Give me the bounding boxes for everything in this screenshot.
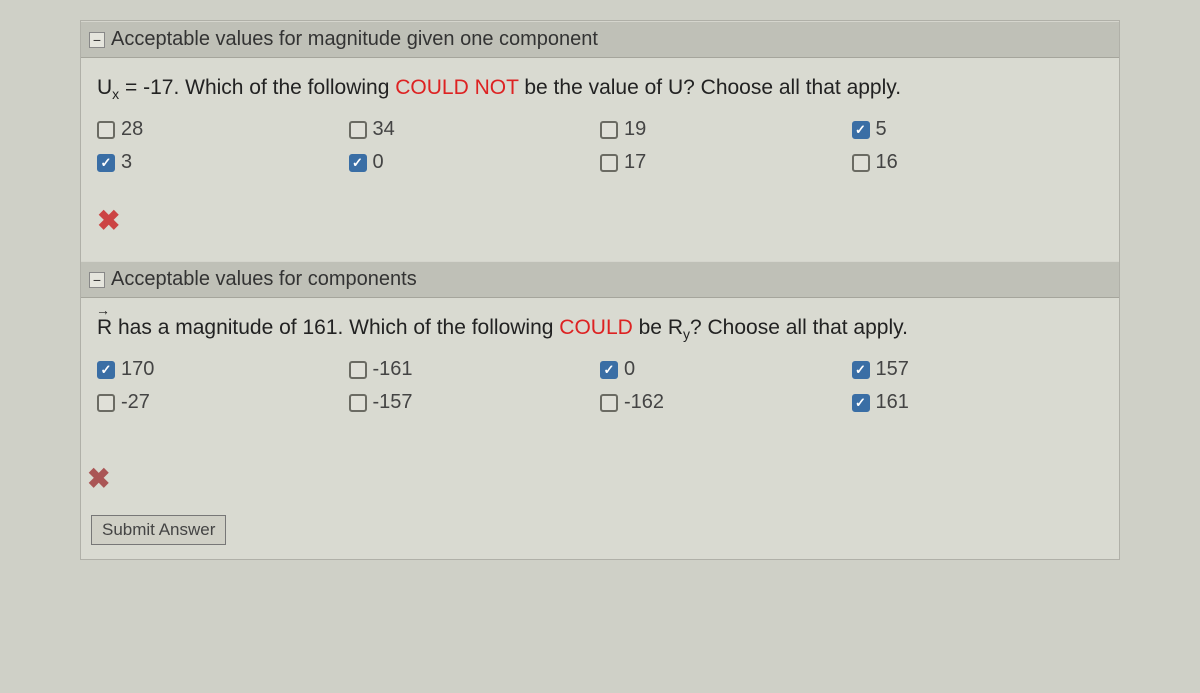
option-label: -27 bbox=[121, 391, 150, 414]
section-2-title: Acceptable values for components bbox=[111, 268, 417, 291]
option[interactable]: 5 bbox=[852, 118, 1104, 141]
q2-mid: has a magnitude of 161. Which of the fol… bbox=[112, 316, 559, 339]
question-1: Ux = -17. Which of the following COULD N… bbox=[97, 76, 1103, 102]
option[interactable]: 3 bbox=[97, 151, 349, 174]
option[interactable]: -157 bbox=[349, 391, 601, 414]
option[interactable]: 0 bbox=[349, 151, 601, 174]
option[interactable]: 161 bbox=[852, 391, 1104, 414]
q2-red: COULD bbox=[559, 316, 633, 339]
option-label: -157 bbox=[373, 391, 413, 414]
option[interactable]: 19 bbox=[600, 118, 852, 141]
checkbox[interactable] bbox=[349, 154, 367, 172]
collapse-icon[interactable]: − bbox=[89, 272, 105, 288]
section-1-header[interactable]: − Acceptable values for magnitude given … bbox=[81, 21, 1119, 58]
option-label: -162 bbox=[624, 391, 664, 414]
option[interactable]: -161 bbox=[349, 358, 601, 381]
q2-post2: ? Choose all that apply. bbox=[690, 316, 908, 339]
question-2: R has a magnitude of 161. Which of the f… bbox=[97, 316, 1103, 342]
checkbox[interactable] bbox=[600, 154, 618, 172]
incorrect-icon: ✖ bbox=[97, 204, 1103, 237]
option-label: 157 bbox=[876, 358, 909, 381]
section-1-title: Acceptable values for magnitude given on… bbox=[111, 28, 598, 51]
option-label: 0 bbox=[624, 358, 635, 381]
quiz-panel: − Acceptable values for magnitude given … bbox=[80, 20, 1120, 560]
option[interactable]: -162 bbox=[600, 391, 852, 414]
checkbox[interactable] bbox=[852, 154, 870, 172]
submit-button[interactable]: Submit Answer bbox=[91, 515, 226, 545]
options-1: 28 34 19 5 3 0 17 16 bbox=[97, 118, 1103, 174]
checkbox[interactable] bbox=[852, 394, 870, 412]
option[interactable]: 157 bbox=[852, 358, 1104, 381]
option-label: 5 bbox=[876, 118, 887, 141]
section-2-header[interactable]: − Acceptable values for components bbox=[81, 261, 1119, 298]
checkbox[interactable] bbox=[600, 361, 618, 379]
section-2: − Acceptable values for components R has… bbox=[81, 261, 1119, 452]
option[interactable]: 170 bbox=[97, 358, 349, 381]
collapse-icon[interactable]: − bbox=[89, 32, 105, 48]
option-label: 28 bbox=[121, 118, 143, 141]
option-label: 161 bbox=[876, 391, 909, 414]
checkbox[interactable] bbox=[349, 121, 367, 139]
option[interactable]: 16 bbox=[852, 151, 1104, 174]
checkbox[interactable] bbox=[97, 121, 115, 139]
option-label: 17 bbox=[624, 151, 646, 174]
incorrect-icon: ✖ bbox=[81, 452, 1119, 495]
checkbox[interactable] bbox=[852, 361, 870, 379]
checkbox[interactable] bbox=[97, 361, 115, 379]
option[interactable]: 28 bbox=[97, 118, 349, 141]
option-label: -161 bbox=[373, 358, 413, 381]
checkbox[interactable] bbox=[349, 361, 367, 379]
option[interactable]: 34 bbox=[349, 118, 601, 141]
option-label: 34 bbox=[373, 118, 395, 141]
option-label: 170 bbox=[121, 358, 154, 381]
q2-post1: be R bbox=[633, 316, 683, 339]
checkbox[interactable] bbox=[600, 121, 618, 139]
section-1-body: Ux = -17. Which of the following COULD N… bbox=[81, 58, 1119, 261]
q1-mid: = -17. Which of the following bbox=[119, 76, 395, 99]
q1-post: be the value of U? Choose all that apply… bbox=[519, 76, 902, 99]
section-2-body: R has a magnitude of 161. Which of the f… bbox=[81, 298, 1119, 452]
checkbox[interactable] bbox=[349, 394, 367, 412]
q1-red: COULD NOT bbox=[395, 76, 518, 99]
checkbox[interactable] bbox=[852, 121, 870, 139]
option-label: 0 bbox=[373, 151, 384, 174]
option[interactable]: 0 bbox=[600, 358, 852, 381]
checkbox[interactable] bbox=[600, 394, 618, 412]
q2-sub: y bbox=[683, 326, 690, 342]
option-label: 3 bbox=[121, 151, 132, 174]
option-label: 19 bbox=[624, 118, 646, 141]
checkbox[interactable] bbox=[97, 394, 115, 412]
options-2: 170 -161 0 157 -27 -157 -162 161 bbox=[97, 358, 1103, 414]
q2-vec: R bbox=[97, 316, 112, 339]
checkbox[interactable] bbox=[97, 154, 115, 172]
option-label: 16 bbox=[876, 151, 898, 174]
option[interactable]: -27 bbox=[97, 391, 349, 414]
q1-var: U bbox=[97, 76, 112, 99]
option[interactable]: 17 bbox=[600, 151, 852, 174]
